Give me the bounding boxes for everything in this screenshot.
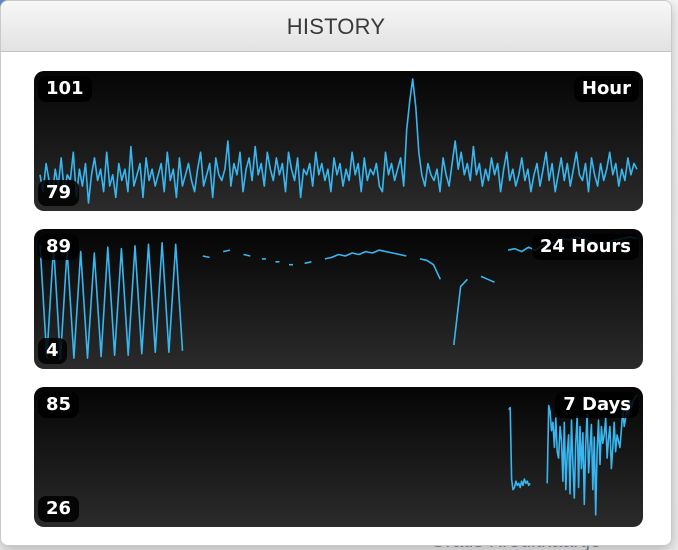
history-popover: HISTORY 101 79 Hour 89 4 24 Hours 85 26 …: [0, 0, 672, 546]
popover-title: HISTORY: [1, 1, 671, 52]
24-hours-series-segment-1: [202, 255, 210, 259]
7-days-graph-plot: [508, 394, 638, 516]
24-hours-series-segment-11: [480, 275, 495, 283]
24-hours-min-label: 4: [38, 338, 67, 364]
7-days-max-label: 85: [38, 392, 80, 418]
24-hours-series-segment-3: [243, 253, 251, 257]
hour-min-label: 79: [38, 180, 80, 206]
24-hours-series-segment-8: [324, 249, 407, 260]
graph-24-hours: 89 4 24 Hours: [34, 229, 643, 369]
graph-7-days: 85 26 7 Days: [34, 387, 643, 527]
24-hours-max-label: 89: [38, 234, 80, 260]
hour-max-label: 101: [38, 76, 92, 102]
hour-series-segment-0: [39, 78, 638, 204]
24-hours-series-segment-7: [304, 261, 312, 265]
7-days-series-segment-0: [508, 406, 531, 491]
graph-hour: 101 79 Hour: [34, 71, 643, 211]
7-days-period-label: 7 Days: [555, 392, 639, 418]
24-hours-series-segment-9: [419, 258, 442, 280]
hour-period-label: Hour: [573, 76, 639, 102]
24-hours-period-label: 24 Hours: [531, 234, 639, 260]
7-days-min-label: 26: [38, 496, 80, 522]
24-hours-series-segment-2: [223, 249, 231, 253]
24-hours-series-segment-10: [453, 278, 468, 346]
hour-graph-plot: [39, 78, 638, 204]
